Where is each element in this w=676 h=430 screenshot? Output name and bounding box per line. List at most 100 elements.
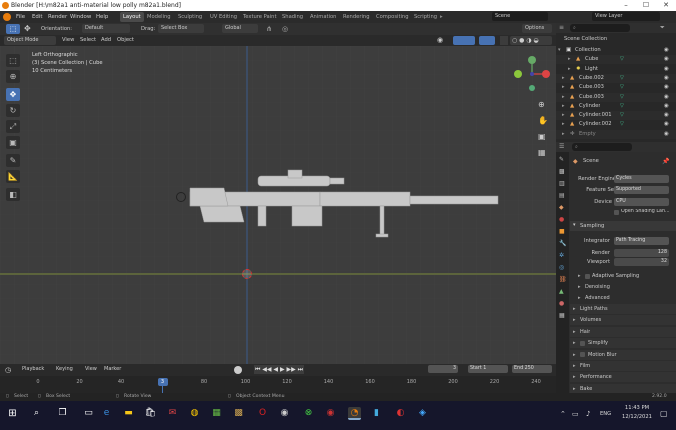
expand-arrow-icon[interactable]: ▾ — [558, 46, 561, 55]
minimize-button[interactable]: – — [617, 0, 635, 11]
menu-file[interactable]: File — [16, 11, 25, 23]
task-view-icon[interactable]: ❐ — [56, 407, 69, 420]
transform-tool-icon[interactable]: ▣ — [6, 136, 20, 149]
store-icon[interactable]: 🛍 — [144, 407, 157, 420]
properties-panel-header[interactable]: ▸ Film — [570, 361, 676, 371]
render-engine-dropdown[interactable]: Cycles — [614, 175, 669, 183]
eye-visibility-icon[interactable]: ◉ — [664, 65, 669, 74]
properties-panel-header[interactable]: ▸ Hair — [570, 326, 676, 337]
object-tab-icon[interactable]: ■ — [559, 228, 565, 235]
particles-tab-icon[interactable]: ✲ — [559, 252, 564, 259]
eye-visibility-icon[interactable]: ◉ — [664, 93, 669, 102]
expand-arrow-icon[interactable]: ▸ — [562, 102, 565, 111]
physics-tab-icon[interactable]: ◎ — [559, 264, 564, 271]
timeline-editor-icon[interactable]: ◷ — [5, 366, 11, 374]
panel-enable-checkbox[interactable] — [580, 352, 585, 358]
sampling-expand-icon[interactable]: ▾ — [573, 222, 576, 228]
record-button[interactable] — [234, 366, 242, 374]
tab-animation[interactable]: Animation — [307, 12, 339, 22]
xbox-icon[interactable]: ⊗ — [302, 407, 315, 420]
scene-selector[interactable]: Scene — [492, 12, 548, 21]
properties-editor-icon[interactable]: ☰ — [559, 143, 564, 150]
menu-help[interactable]: Help — [96, 11, 108, 23]
object-mode-dropdown[interactable]: Object Mode — [4, 36, 56, 45]
expand-arrow-icon[interactable]: ▸ — [562, 83, 565, 92]
sampling-sub-panel[interactable]: ▸ Advanced — [578, 294, 674, 303]
blender-menu-icon[interactable] — [3, 13, 11, 21]
menu-add[interactable]: Add — [101, 35, 111, 46]
overlay-toggle-icon[interactable] — [479, 36, 495, 45]
feature-set-dropdown[interactable]: Supported — [614, 186, 669, 194]
data-tab-icon[interactable]: ▲ — [559, 288, 564, 295]
tab-shading[interactable]: Shading — [279, 12, 306, 22]
add-cube-tool-icon[interactable]: ◧ — [6, 188, 20, 201]
app-icon-red2[interactable]: ◐ — [394, 407, 407, 420]
options-dropdown[interactable]: Options — [522, 24, 552, 33]
taskbar-app-icon[interactable]: ▭ — [82, 407, 95, 420]
outliner-row[interactable]: ▸ ✹ Light ◉ — [556, 65, 676, 74]
menu-render[interactable]: Render — [48, 11, 67, 23]
output-tab-icon[interactable]: ▥ — [559, 180, 565, 187]
menu-playback[interactable]: Playback — [22, 365, 44, 374]
clock-time[interactable]: 11:43 PM — [620, 405, 654, 411]
viewport-samples-field[interactable]: 32 — [614, 258, 669, 266]
material-tab-icon[interactable]: ● — [559, 300, 564, 307]
notification-icon[interactable]: ▢ — [660, 409, 668, 418]
outliner-row[interactable]: ▸ ▲ Cube.003 ◉ ▽ — [556, 92, 676, 102]
taskbar-search-icon[interactable]: ⌕ — [30, 407, 43, 420]
sampling-sub-panel[interactable]: ▸ Adaptive Sampling — [578, 272, 674, 281]
expand-arrow-icon[interactable]: ▸ — [562, 130, 565, 139]
menu-select[interactable]: Select — [80, 35, 96, 46]
outliner-search-input[interactable]: ⌕ — [570, 24, 630, 32]
outliner-row[interactable]: ▸ ▲ Cube ◉ ▽ — [556, 55, 676, 65]
outliner-row[interactable]: ▸ ✛ Empty ◉ — [556, 129, 676, 139]
expand-arrow-icon[interactable]: ▸ — [562, 74, 565, 83]
outliner-row[interactable]: ▸ ▲ Cube.003 ◉ ▽ — [556, 83, 676, 92]
volume-icon[interactable]: ♪ — [586, 410, 590, 418]
language-indicator[interactable]: ENG — [600, 411, 611, 417]
properties-search-input[interactable]: ⌕ — [572, 143, 632, 151]
pin-icon[interactable]: 📌 — [662, 158, 669, 165]
edge-browser-icon[interactable]: e — [100, 407, 113, 420]
end-frame-field[interactable]: End 250 — [512, 365, 552, 373]
tab-uv-editing[interactable]: UV Editing — [207, 12, 240, 22]
gizmo-toggle-icon[interactable] — [453, 36, 475, 45]
osl-checkbox[interactable] — [614, 210, 619, 215]
select-tool-icon[interactable]: ⬚ — [6, 24, 20, 34]
start-frame-field[interactable]: Start 1 — [468, 365, 508, 373]
expand-arrow-icon[interactable]: ▸ — [562, 111, 565, 120]
app-icon-red[interactable]: ◉ — [324, 407, 337, 420]
drag-dropdown[interactable]: Select Box — [158, 24, 204, 33]
select-box-tool-icon[interactable]: ⬚ — [6, 54, 20, 67]
expand-arrow-icon[interactable]: ▸ — [568, 65, 571, 74]
orientation-dropdown[interactable]: Default — [82, 24, 130, 33]
properties-panel-header[interactable]: ▸ Performance — [570, 372, 676, 383]
scene-tab-icon[interactable]: ◆ — [559, 204, 564, 211]
outliner-row[interactable]: ▸ ▲ Cube.002 ◉ ▽ — [556, 73, 676, 83]
cursor-tool-icon[interactable]: ⊕ — [6, 70, 20, 83]
playback-controls[interactable]: ⏮ ◀◀ ◀ ▶ ▶▶ ⏭ — [254, 365, 304, 374]
texture-tab-icon[interactable]: ▦ — [559, 312, 565, 319]
view-layer-selector[interactable]: View Layer — [592, 12, 660, 21]
tab-modeling[interactable]: Modeling — [144, 12, 174, 22]
sampling-sub-panel[interactable]: ▸ Denoising — [578, 283, 674, 292]
eye-visibility-icon[interactable]: ◉ — [664, 46, 669, 55]
filter-icon[interactable]: ⏷ — [660, 24, 665, 32]
move-tool-icon[interactable]: ✥ — [6, 88, 20, 101]
adaptive-sampling-checkbox[interactable] — [585, 274, 590, 279]
windows-start-icon[interactable]: ⊞ — [6, 407, 19, 420]
render-samples-field[interactable]: 128 — [614, 249, 669, 257]
world-tab-icon[interactable]: ● — [559, 216, 564, 223]
proportional-edit-icon[interactable]: ◎ — [282, 23, 288, 35]
render-tab-icon[interactable]: ▩ — [559, 168, 565, 175]
3d-viewport[interactable]: Left Orthographic (3) Scene Collection |… — [0, 46, 556, 364]
menu-window[interactable]: Window — [70, 11, 91, 23]
navigation-gizmo[interactable] — [510, 52, 554, 96]
properties-panel-header[interactable]: ▸ Light Paths — [570, 304, 676, 314]
outliner-row[interactable]: ▸ ▲ Cylinder.001 ◉ ▽ — [556, 111, 676, 121]
eye-visibility-icon[interactable]: ◉ — [664, 55, 669, 64]
rotate-tool-icon[interactable]: ↻ — [6, 104, 20, 117]
blender-taskbar-icon[interactable]: ◔ — [348, 407, 361, 420]
transform-pivot-dropdown[interactable]: Global — [222, 24, 258, 33]
app-icon-circle[interactable]: ◉ — [278, 407, 291, 420]
